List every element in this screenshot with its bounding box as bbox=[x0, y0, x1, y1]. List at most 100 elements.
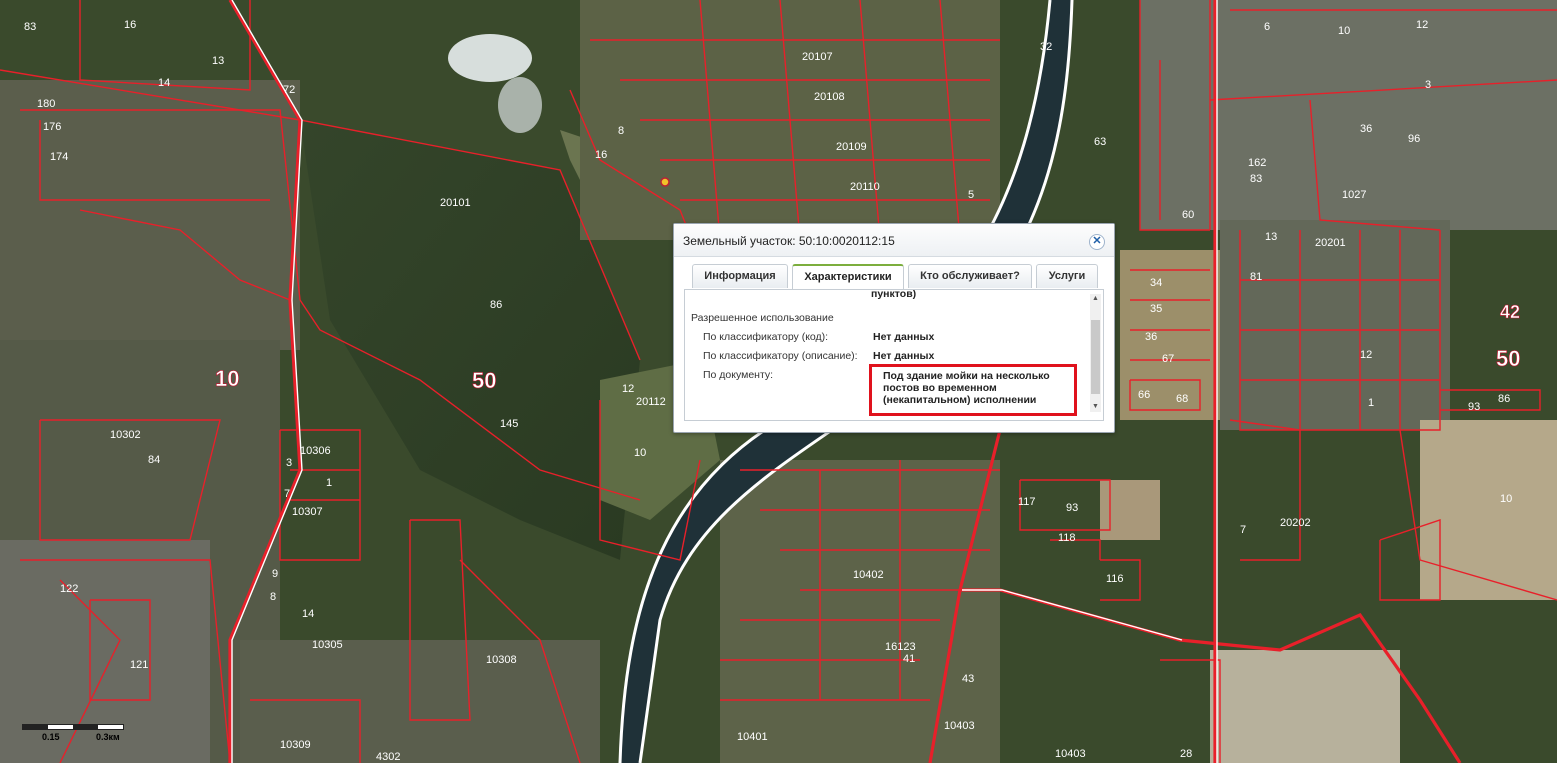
svg-text:8: 8 bbox=[618, 125, 624, 137]
svg-text:3: 3 bbox=[286, 457, 292, 469]
scale-bar: 0.15 0.3км bbox=[22, 722, 142, 746]
svg-text:63: 63 bbox=[1094, 136, 1106, 148]
svg-text:93: 93 bbox=[1468, 401, 1480, 413]
tab-services[interactable]: Услуги bbox=[1036, 264, 1098, 288]
svg-text:1: 1 bbox=[1368, 397, 1374, 409]
svg-text:1: 1 bbox=[326, 477, 332, 489]
scale-label-2: 0.3км bbox=[96, 732, 120, 742]
svg-text:118: 118 bbox=[1058, 532, 1076, 544]
svg-text:7: 7 bbox=[284, 488, 290, 500]
svg-text:117: 117 bbox=[1018, 496, 1036, 508]
svg-text:6: 6 bbox=[1264, 21, 1270, 33]
svg-text:121: 121 bbox=[130, 659, 148, 671]
svg-text:84: 84 bbox=[148, 454, 160, 466]
svg-text:83: 83 bbox=[24, 21, 36, 33]
svg-text:12: 12 bbox=[1360, 349, 1372, 361]
svg-text:42: 42 bbox=[1500, 302, 1520, 322]
scroll-up-icon[interactable]: ▲ bbox=[1090, 294, 1101, 304]
svg-text:66: 66 bbox=[1138, 389, 1150, 401]
svg-text:4302: 4302 bbox=[376, 751, 400, 763]
svg-text:20202: 20202 bbox=[1280, 517, 1311, 529]
svg-text:16: 16 bbox=[124, 19, 136, 31]
svg-text:86: 86 bbox=[490, 299, 502, 311]
svg-text:10308: 10308 bbox=[486, 654, 517, 666]
svg-text:20109: 20109 bbox=[836, 141, 867, 153]
scale-label-1: 0.15 bbox=[42, 732, 60, 742]
svg-text:174: 174 bbox=[50, 151, 68, 163]
svg-text:16123: 16123 bbox=[885, 641, 916, 653]
document-label: По документу: bbox=[703, 369, 774, 381]
svg-text:60: 60 bbox=[1182, 209, 1194, 221]
svg-text:34: 34 bbox=[1150, 277, 1162, 289]
popup-title: Земельный участок: 50:10:0020112:15 bbox=[683, 234, 895, 248]
svg-text:86: 86 bbox=[1498, 393, 1510, 405]
svg-text:20107: 20107 bbox=[802, 51, 833, 63]
parcel-info-popup: Земельный участок: 50:10:0020112:15 ✕ Ин… bbox=[673, 223, 1115, 433]
tab-who-serves[interactable]: Кто обслуживает? bbox=[908, 264, 1032, 288]
svg-text:14: 14 bbox=[302, 608, 314, 620]
code-value: Нет данных bbox=[873, 331, 935, 343]
description-value: Нет данных bbox=[873, 350, 935, 362]
svg-text:10: 10 bbox=[1500, 493, 1512, 505]
close-icon[interactable]: ✕ bbox=[1089, 234, 1105, 250]
svg-text:10307: 10307 bbox=[292, 506, 323, 518]
svg-text:5: 5 bbox=[968, 189, 974, 201]
svg-text:9: 9 bbox=[272, 568, 278, 580]
svg-text:20108: 20108 bbox=[814, 91, 845, 103]
clipped-text: пунктов) bbox=[871, 289, 917, 300]
svg-text:96: 96 bbox=[1408, 133, 1420, 145]
svg-text:50: 50 bbox=[472, 368, 496, 393]
svg-text:10403: 10403 bbox=[1055, 748, 1086, 760]
characteristics-panel[interactable]: пунктов) Разрешенное использование По кл… bbox=[684, 289, 1104, 421]
svg-text:12: 12 bbox=[1416, 19, 1428, 31]
svg-text:93: 93 bbox=[1066, 502, 1078, 514]
svg-text:32: 32 bbox=[1040, 41, 1052, 53]
svg-text:35: 35 bbox=[1150, 303, 1162, 315]
svg-text:176: 176 bbox=[43, 121, 61, 133]
svg-text:1027: 1027 bbox=[1342, 189, 1366, 201]
panel-scrollbar[interactable]: ▲ ▼ bbox=[1090, 294, 1101, 412]
svg-text:50: 50 bbox=[1496, 346, 1520, 371]
svg-text:14: 14 bbox=[158, 77, 170, 89]
svg-text:10302: 10302 bbox=[110, 429, 141, 441]
svg-text:116: 116 bbox=[1106, 573, 1124, 585]
code-label: По классификатору (код): bbox=[703, 331, 829, 343]
svg-text:36: 36 bbox=[1145, 331, 1157, 343]
svg-text:180: 180 bbox=[37, 98, 55, 110]
svg-text:20101: 20101 bbox=[440, 197, 471, 209]
svg-text:8: 8 bbox=[270, 591, 276, 603]
svg-text:10: 10 bbox=[1338, 25, 1350, 37]
svg-text:10: 10 bbox=[634, 447, 646, 459]
svg-text:41: 41 bbox=[903, 653, 915, 665]
svg-text:43: 43 bbox=[962, 673, 974, 685]
svg-text:122: 122 bbox=[60, 583, 78, 595]
svg-text:12: 12 bbox=[622, 383, 634, 395]
svg-text:68: 68 bbox=[1176, 393, 1188, 405]
tab-characteristics[interactable]: Характеристики bbox=[792, 264, 904, 290]
svg-text:10309: 10309 bbox=[280, 739, 311, 751]
svg-text:3: 3 bbox=[1425, 79, 1431, 91]
svg-text:16: 16 bbox=[595, 149, 607, 161]
description-label: По классификатору (описание): bbox=[703, 350, 858, 362]
svg-text:13: 13 bbox=[212, 55, 224, 67]
svg-text:10305: 10305 bbox=[312, 639, 343, 651]
scroll-down-icon[interactable]: ▼ bbox=[1090, 402, 1101, 412]
svg-text:72: 72 bbox=[283, 84, 295, 96]
tab-info[interactable]: Информация bbox=[692, 264, 788, 288]
svg-text:10: 10 bbox=[215, 366, 239, 391]
svg-text:81: 81 bbox=[1250, 271, 1262, 283]
svg-text:10402: 10402 bbox=[853, 569, 884, 581]
svg-text:145: 145 bbox=[500, 418, 518, 430]
svg-text:20201: 20201 bbox=[1315, 237, 1346, 249]
svg-text:7: 7 bbox=[1240, 524, 1246, 536]
scale-bar-graphic bbox=[22, 724, 124, 730]
svg-text:20110: 20110 bbox=[850, 181, 880, 193]
section-title: Разрешенное использование bbox=[691, 312, 834, 324]
document-value: Под здание мойки на несколько постов во … bbox=[883, 370, 1050, 406]
svg-text:83: 83 bbox=[1250, 173, 1262, 185]
popup-header: Земельный участок: 50:10:0020112:15 ✕ bbox=[674, 224, 1114, 257]
scroll-thumb[interactable] bbox=[1091, 320, 1100, 394]
svg-text:10403: 10403 bbox=[944, 720, 975, 732]
svg-text:20112: 20112 bbox=[636, 396, 666, 408]
svg-text:10401: 10401 bbox=[737, 731, 768, 743]
